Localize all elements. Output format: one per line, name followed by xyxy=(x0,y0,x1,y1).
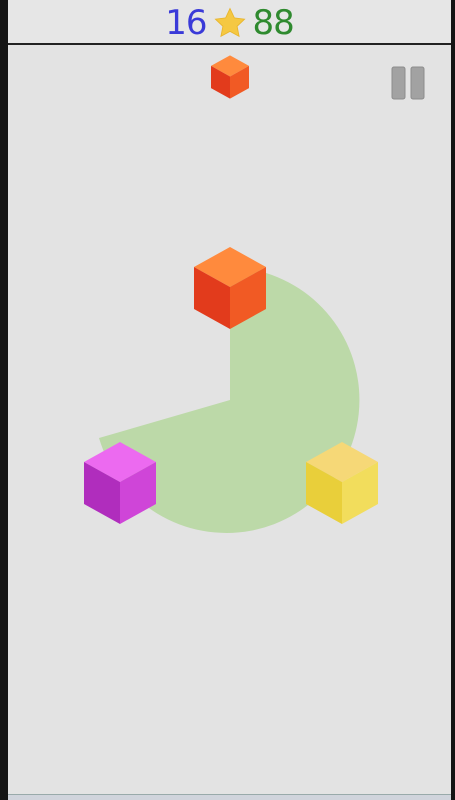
pause-button[interactable] xyxy=(391,66,427,100)
best-score: 88 xyxy=(252,3,295,43)
star-icon xyxy=(213,7,246,38)
wheel-cube-yellow xyxy=(306,442,378,524)
wheel-cube-magenta xyxy=(84,442,156,524)
current-score: 16 xyxy=(165,3,207,43)
score-bar: 16 88 xyxy=(8,0,451,45)
bottom-edge xyxy=(8,794,451,800)
window-frame-left xyxy=(0,0,8,800)
falling-cube xyxy=(211,55,249,99)
color-wheel[interactable] xyxy=(8,45,451,795)
window-frame-right xyxy=(451,0,455,800)
wheel-cube-orange xyxy=(194,247,266,329)
game-area[interactable] xyxy=(8,45,451,795)
score-row: 16 88 xyxy=(8,3,451,43)
